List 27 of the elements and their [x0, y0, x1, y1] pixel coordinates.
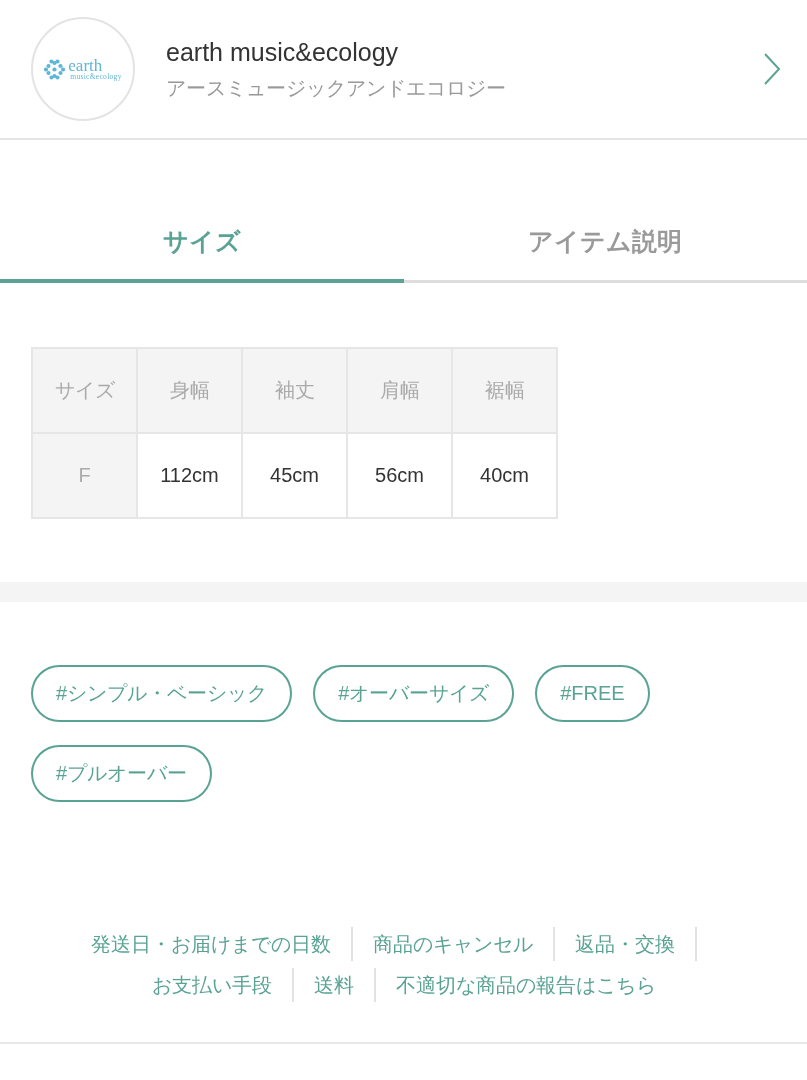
tab[interactable]: サイズ [0, 200, 404, 283]
footer-link[interactable]: 送料 [313, 970, 354, 999]
row-header: F [32, 433, 137, 518]
logo-wordmark: earth [68, 57, 103, 73]
brand-name[interactable]: earth music&ecology [166, 36, 763, 68]
column-header: 裾幅 [452, 348, 557, 433]
brand-name-kana: アースミュージックアンドエコロジー [166, 76, 507, 101]
column-header: サイズ [32, 348, 137, 433]
chevron-right-icon[interactable] [763, 53, 781, 85]
table-cell: 45cm [242, 433, 347, 518]
hashtag-link[interactable]: #プルオーバー [31, 745, 213, 802]
footer-link[interactable]: お支払い手段 [151, 970, 272, 999]
tab[interactable]: アイテム説明 [403, 200, 807, 283]
table-cell: 112cm [137, 433, 242, 518]
table-cell: 40cm [452, 433, 557, 518]
column-header: 袖丈 [242, 348, 347, 433]
footer-link[interactable]: 返品・交換 [574, 929, 675, 958]
flower-icon [44, 58, 66, 80]
hashtag-link[interactable]: #FREE [535, 665, 650, 722]
footer-link[interactable]: 発送日・お届けまでの日数 [90, 929, 331, 958]
footer-link[interactable]: 商品のキャンセル [372, 929, 533, 958]
column-header: 身幅 [137, 348, 242, 433]
column-header: 肩幅 [347, 348, 452, 433]
hashtag-link[interactable]: #シンプル・ベーシック [31, 665, 293, 722]
footer-link[interactable]: 不適切な商品の報告はこちら [395, 970, 656, 999]
table-cell: 56cm [347, 433, 452, 518]
hashtag-link[interactable]: #オーバーサイズ [313, 665, 515, 722]
